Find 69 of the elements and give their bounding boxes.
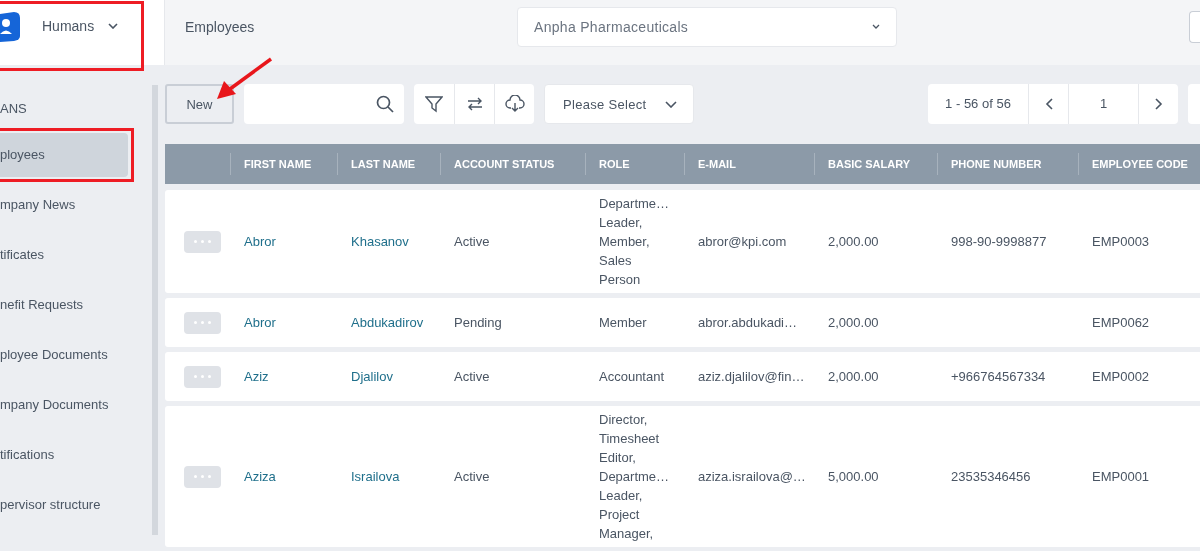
table-cell-text: Active bbox=[453, 233, 490, 251]
table-cell[interactable]: Aziza bbox=[230, 467, 276, 486]
table-cell-text: Active bbox=[453, 468, 490, 486]
table-cell-text: 2,000.00 bbox=[827, 368, 879, 386]
app-switcher[interactable]: Humans bbox=[42, 17, 119, 34]
table-cell[interactable]: Khasanov bbox=[337, 232, 409, 251]
table-cell-text: 998-90-9998877 bbox=[950, 233, 1047, 251]
more-button[interactable] bbox=[184, 365, 221, 388]
next-page-button[interactable] bbox=[1138, 84, 1178, 124]
cloud-download-icon bbox=[504, 95, 525, 113]
header-button[interactable] bbox=[1189, 10, 1200, 43]
chevron-down-icon bbox=[872, 24, 880, 29]
table-cell[interactable]: Djalilov bbox=[337, 367, 393, 386]
table-cell-text: 23535346456 bbox=[950, 468, 1031, 486]
sidebar-item[interactable]: tifications bbox=[0, 433, 128, 477]
table-cell-text: Director, Timesheet Editor, Departme… Leader, Project Manager, bbox=[599, 411, 670, 543]
record-range: 1 - 56 of 56 bbox=[928, 84, 1028, 124]
section-heading: ANS bbox=[0, 101, 28, 118]
table-cell-text: Accountant bbox=[599, 368, 665, 386]
sidebar-item[interactable]: ployees bbox=[0, 133, 128, 177]
chevron-left-icon bbox=[1044, 98, 1053, 110]
chevron-down-icon bbox=[108, 22, 119, 29]
more-button[interactable] bbox=[184, 230, 221, 253]
select-dropdown[interactable]: Please Select bbox=[544, 84, 694, 124]
sidebar-item[interactable]: tificates bbox=[0, 233, 128, 277]
table-row[interactable]: Aziza Israilova Active Director, Timesheet Editor, Departme… Leader, Project Manager, aziza.israilova@… 5,000.00 23535346456 EMP0001 bbox=[165, 406, 1200, 547]
search-field[interactable] bbox=[244, 84, 404, 124]
sidebar-item[interactable]: nefit Requests bbox=[0, 283, 128, 327]
table-cell-text: abror@kpi.com bbox=[697, 233, 787, 251]
page-number-field[interactable]: 1 bbox=[1068, 84, 1138, 124]
sidebar-item[interactable]: mpany Documents bbox=[0, 383, 128, 427]
previous-page-button[interactable] bbox=[1028, 84, 1068, 124]
more-button[interactable] bbox=[184, 311, 221, 334]
swap-arrows-icon bbox=[465, 95, 484, 113]
filter-icon bbox=[425, 95, 443, 113]
more-button[interactable] bbox=[184, 465, 221, 488]
search-icon bbox=[376, 95, 394, 113]
table-cell[interactable]: Abror bbox=[230, 232, 276, 251]
table-cell-text: Departme… Leader, Member, Sales Person bbox=[599, 195, 670, 289]
sidebar-item[interactable]: pervisor structure bbox=[0, 483, 128, 527]
table-cell-text: EMP0002 bbox=[1091, 368, 1150, 386]
table-cell-text: EMP0062 bbox=[1091, 314, 1150, 332]
page-title: Employees bbox=[185, 18, 256, 35]
chevron-down-icon bbox=[665, 100, 677, 108]
table-cell-text: aziz.djalilov@fin… bbox=[697, 368, 805, 386]
table-row[interactable]: Abror Abdukadirov Pending Member abror.abdukadi… 2,000.00 EMP0062 bbox=[165, 298, 1200, 347]
table-cell-text: Member bbox=[599, 314, 647, 332]
table-cell[interactable]: Abdukadirov bbox=[337, 313, 424, 332]
table-cell[interactable]: Aziz bbox=[230, 367, 269, 386]
table-cell-text: Active bbox=[453, 368, 490, 386]
table-cell-text: EMP0003 bbox=[1091, 233, 1150, 251]
new-button[interactable]: New bbox=[165, 84, 234, 124]
table-cell-text: 5,000.00 bbox=[827, 468, 879, 486]
table-cell-text: abror.abdukadi… bbox=[697, 314, 797, 332]
table-row[interactable]: Aziz Djalilov Active Accountant aziz.djalilov@fin… 2,000.00 +966764567334 EMP0002 bbox=[165, 352, 1200, 401]
table-cell-text: +966764567334 bbox=[950, 368, 1046, 386]
table-row[interactable]: Abror Khasanov Active Departme… Leader, Member, Sales Person abror@kpi.com 2,000.00 998-90-9998877 EMP0003 bbox=[165, 190, 1200, 293]
table-cell[interactable]: Abror bbox=[230, 313, 276, 332]
table-cell-text: EMP0001 bbox=[1091, 468, 1150, 486]
table-cell-text: 2,000.00 bbox=[827, 314, 879, 332]
sidebar-item[interactable]: mpany News bbox=[0, 183, 128, 227]
chevron-right-icon bbox=[1154, 98, 1163, 110]
scrollbar[interactable] bbox=[152, 85, 158, 535]
company-select[interactable]: Anpha Pharmaceuticals bbox=[517, 6, 897, 47]
table-cell-text: Pending bbox=[453, 314, 502, 332]
table-cell[interactable]: Israilova bbox=[337, 467, 400, 486]
table-cell-text: aziza.israilova@… bbox=[697, 468, 806, 486]
sidebar-item[interactable]: ployee Documents bbox=[0, 333, 128, 377]
table-cell-text: 2,000.00 bbox=[827, 233, 879, 251]
